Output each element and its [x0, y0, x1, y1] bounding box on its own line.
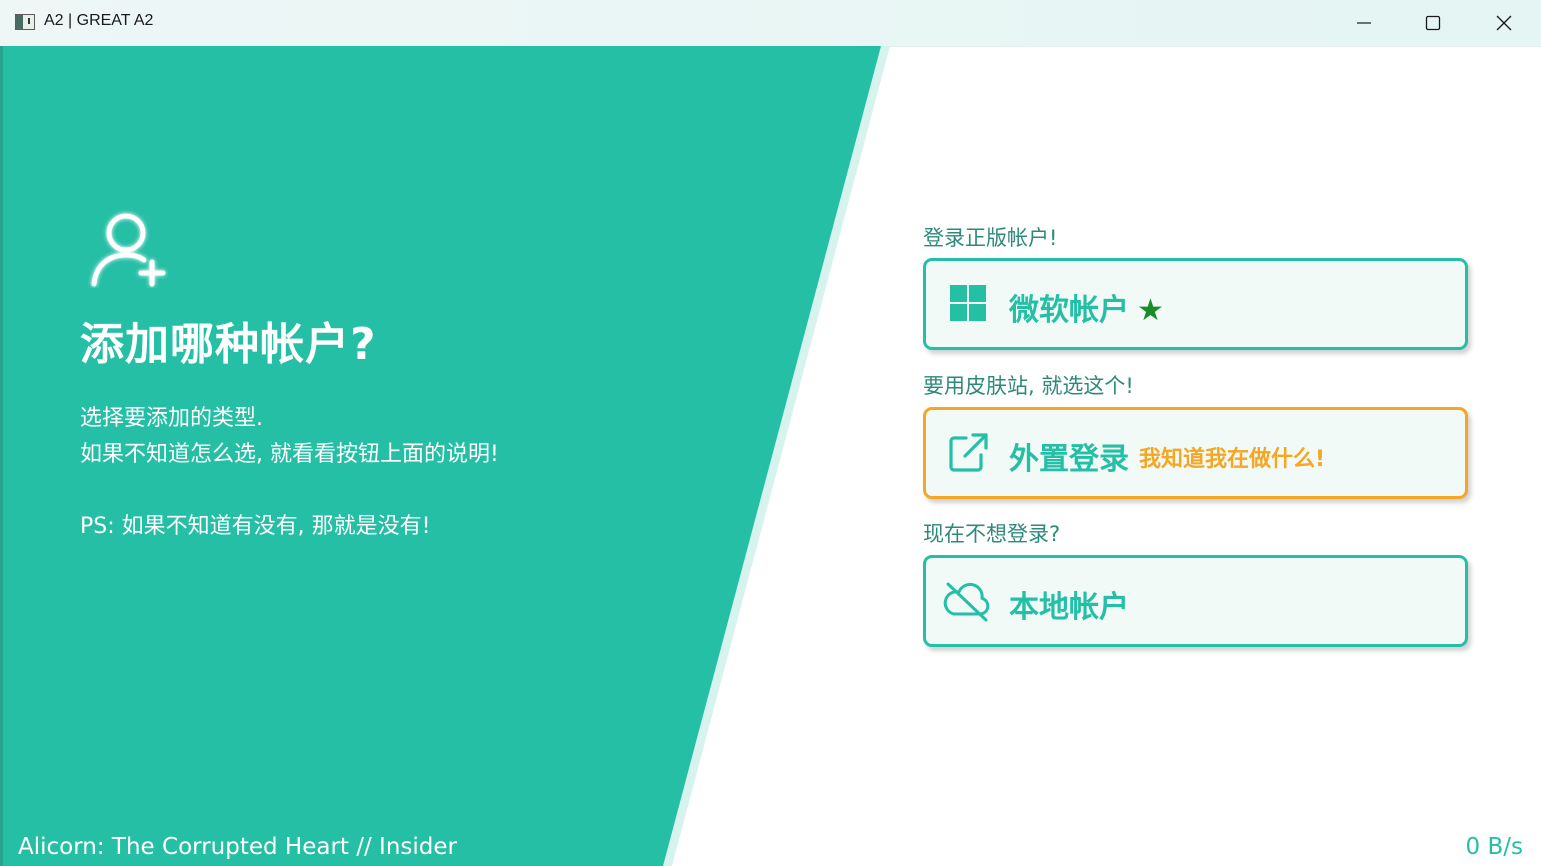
microsoft-account-button[interactable]: 微软帐户 ★: [923, 258, 1468, 350]
external-login-label: 外置登录 我知道我在做什么!: [1009, 442, 1326, 477]
maximize-icon: [1425, 15, 1441, 31]
local-account-button[interactable]: 本地帐户: [923, 555, 1468, 647]
app-version-info: Alicorn: The Corrupted Heart // Insider: [18, 834, 457, 860]
cloud-off-icon: [943, 582, 990, 622]
description-line-2: 如果不知道怎么选, 就看看按钮上面的说明!: [80, 442, 499, 467]
minimize-button[interactable]: [1329, 0, 1399, 46]
window-edge: [0, 46, 3, 866]
minimize-icon: [1357, 22, 1371, 24]
local-caption: 现在不想登录?: [923, 522, 1061, 546]
page-heading: 添加哪种帐户?: [80, 319, 377, 370]
title-bar[interactable]: A2 | GREAT A2: [0, 0, 1541, 47]
external-login-hint: 我知道我在做什么!: [1139, 447, 1326, 472]
description-line-3: PS: 如果不知道有没有, 那就是没有!: [80, 514, 431, 539]
star-icon: ★: [1137, 293, 1164, 328]
app-icon: [15, 14, 35, 30]
local-account-label: 本地帐户: [1009, 590, 1129, 625]
microsoft-caption: 登录正版帐户!: [923, 226, 1058, 250]
microsoft-account-label: 微软帐户 ★: [1009, 293, 1164, 328]
main-content: 添加哪种帐户? 选择要添加的类型. 如果不知道怎么选, 就看看按钮上面的说明! …: [0, 46, 1541, 866]
app-window: A2 | GREAT A2 添加哪种帐户? 选择要添加的类型. 如果不知道怎么选…: [0, 0, 1541, 866]
external-login-button[interactable]: 外置登录 我知道我在做什么!: [923, 407, 1468, 499]
close-button[interactable]: [1469, 0, 1539, 46]
external-caption: 要用皮肤站, 就选这个!: [923, 374, 1134, 398]
description-line-1: 选择要添加的类型.: [80, 406, 263, 431]
maximize-button[interactable]: [1398, 0, 1468, 46]
close-icon: [1496, 15, 1512, 31]
external-link-icon: [949, 433, 988, 472]
network-speed: 0 B/s: [1465, 834, 1523, 860]
user-add-icon: [91, 213, 166, 287]
windows-logo-icon: [950, 285, 986, 321]
window-title: A2 | GREAT A2: [44, 12, 154, 29]
